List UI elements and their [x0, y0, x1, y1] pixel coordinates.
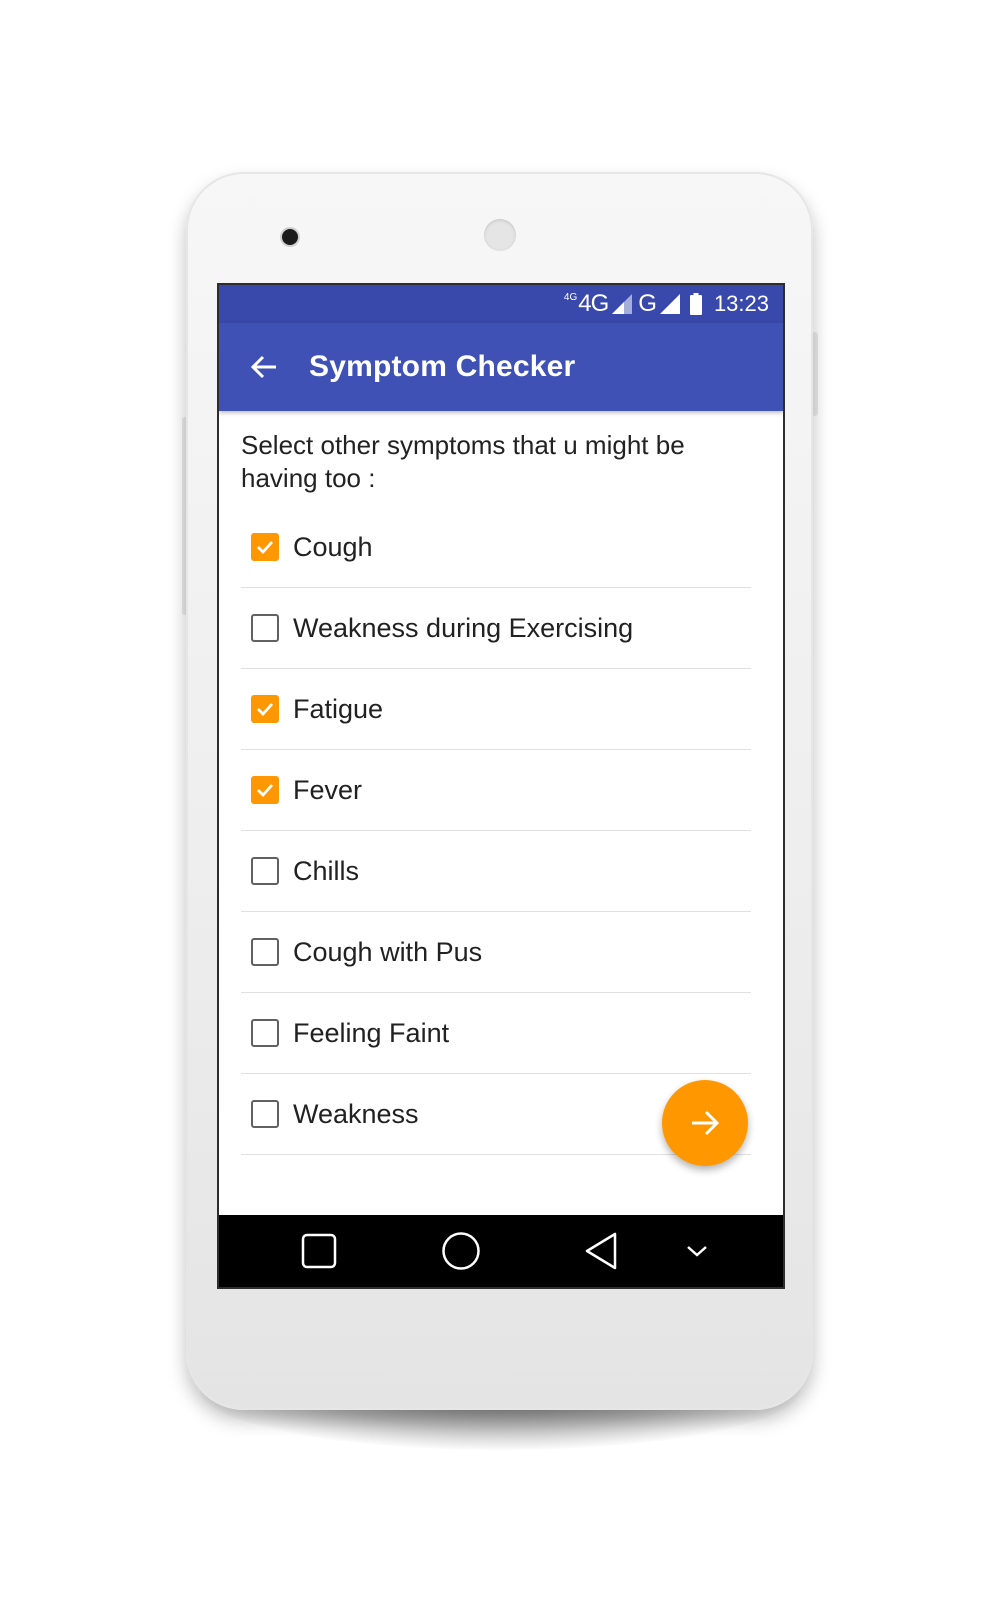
page-title: Symptom Checker: [309, 350, 576, 383]
status-bar: 4G 4G G 13:23: [219, 285, 783, 323]
symptom-item[interactable]: Cough: [241, 507, 751, 588]
cell-signal-icon: [612, 294, 633, 314]
checkmark-icon: [257, 541, 274, 555]
checkbox[interactable]: [251, 938, 279, 966]
hide-keyboard-button[interactable]: [677, 1215, 717, 1287]
recents-button[interactable]: [289, 1215, 349, 1287]
instruction-text: Select other symptoms that u might be ha…: [241, 430, 685, 493]
symptom-item[interactable]: Weakness during Exercising: [241, 588, 751, 669]
symptom-label: Fatigue: [293, 693, 384, 724]
symptom-label: Weakness: [293, 1098, 419, 1129]
symptom-item[interactable]: Fatigue: [241, 669, 751, 750]
checkbox[interactable]: [251, 614, 279, 642]
clock: 13:23: [713, 291, 769, 316]
checkbox[interactable]: [251, 857, 279, 885]
checkbox[interactable]: [251, 695, 279, 723]
symptom-list: Cough Weakness during Exercising Fatigue…: [241, 507, 751, 1155]
network-type: 4G: [578, 290, 609, 317]
recents-square-icon: [301, 1233, 337, 1269]
symptom-item[interactable]: Cough with Pus: [241, 912, 751, 993]
symptom-label: Cough: [293, 531, 373, 562]
front-camera: [282, 229, 298, 245]
cell-signal-icon: [659, 294, 680, 314]
symptom-label: Cough with Pus: [293, 936, 483, 967]
back-triangle-icon: [585, 1232, 617, 1270]
nav-back-button[interactable]: [571, 1215, 631, 1287]
home-button[interactable]: [431, 1215, 491, 1287]
network-type-secondary: G: [638, 290, 657, 317]
checkbox[interactable]: [251, 533, 279, 561]
symptom-label: Weakness during Exercising: [293, 612, 634, 643]
home-circle-icon: [442, 1232, 480, 1270]
symptom-label: Feeling Faint: [293, 1017, 450, 1048]
app-bar: Symptom Checker: [219, 323, 783, 411]
symptom-item[interactable]: Fever: [241, 750, 751, 831]
arrow-left-icon: [250, 355, 276, 379]
system-nav-bar: [219, 1215, 783, 1287]
chevron-down-icon: [687, 1246, 707, 1257]
arrow-right-icon: [692, 1110, 720, 1136]
checkmark-icon: [257, 784, 274, 798]
checkbox[interactable]: [251, 776, 279, 804]
device-screen: 4G 4G G 13:23 Symptom Checker Select oth…: [217, 283, 785, 1289]
checkbox[interactable]: [251, 1100, 279, 1128]
earpiece-speaker: [484, 219, 516, 251]
symptom-item[interactable]: Feeling Faint: [241, 993, 751, 1074]
next-button[interactable]: [662, 1080, 748, 1166]
symptom-label: Chills: [293, 855, 360, 886]
checkmark-icon: [257, 703, 274, 717]
symptom-label: Fever: [293, 774, 363, 805]
symptom-item[interactable]: Chills: [241, 831, 751, 912]
back-button[interactable]: [219, 323, 309, 411]
network-type-small: 4G: [563, 292, 578, 303]
battery-icon: [689, 293, 702, 315]
checkbox[interactable]: [251, 1019, 279, 1047]
